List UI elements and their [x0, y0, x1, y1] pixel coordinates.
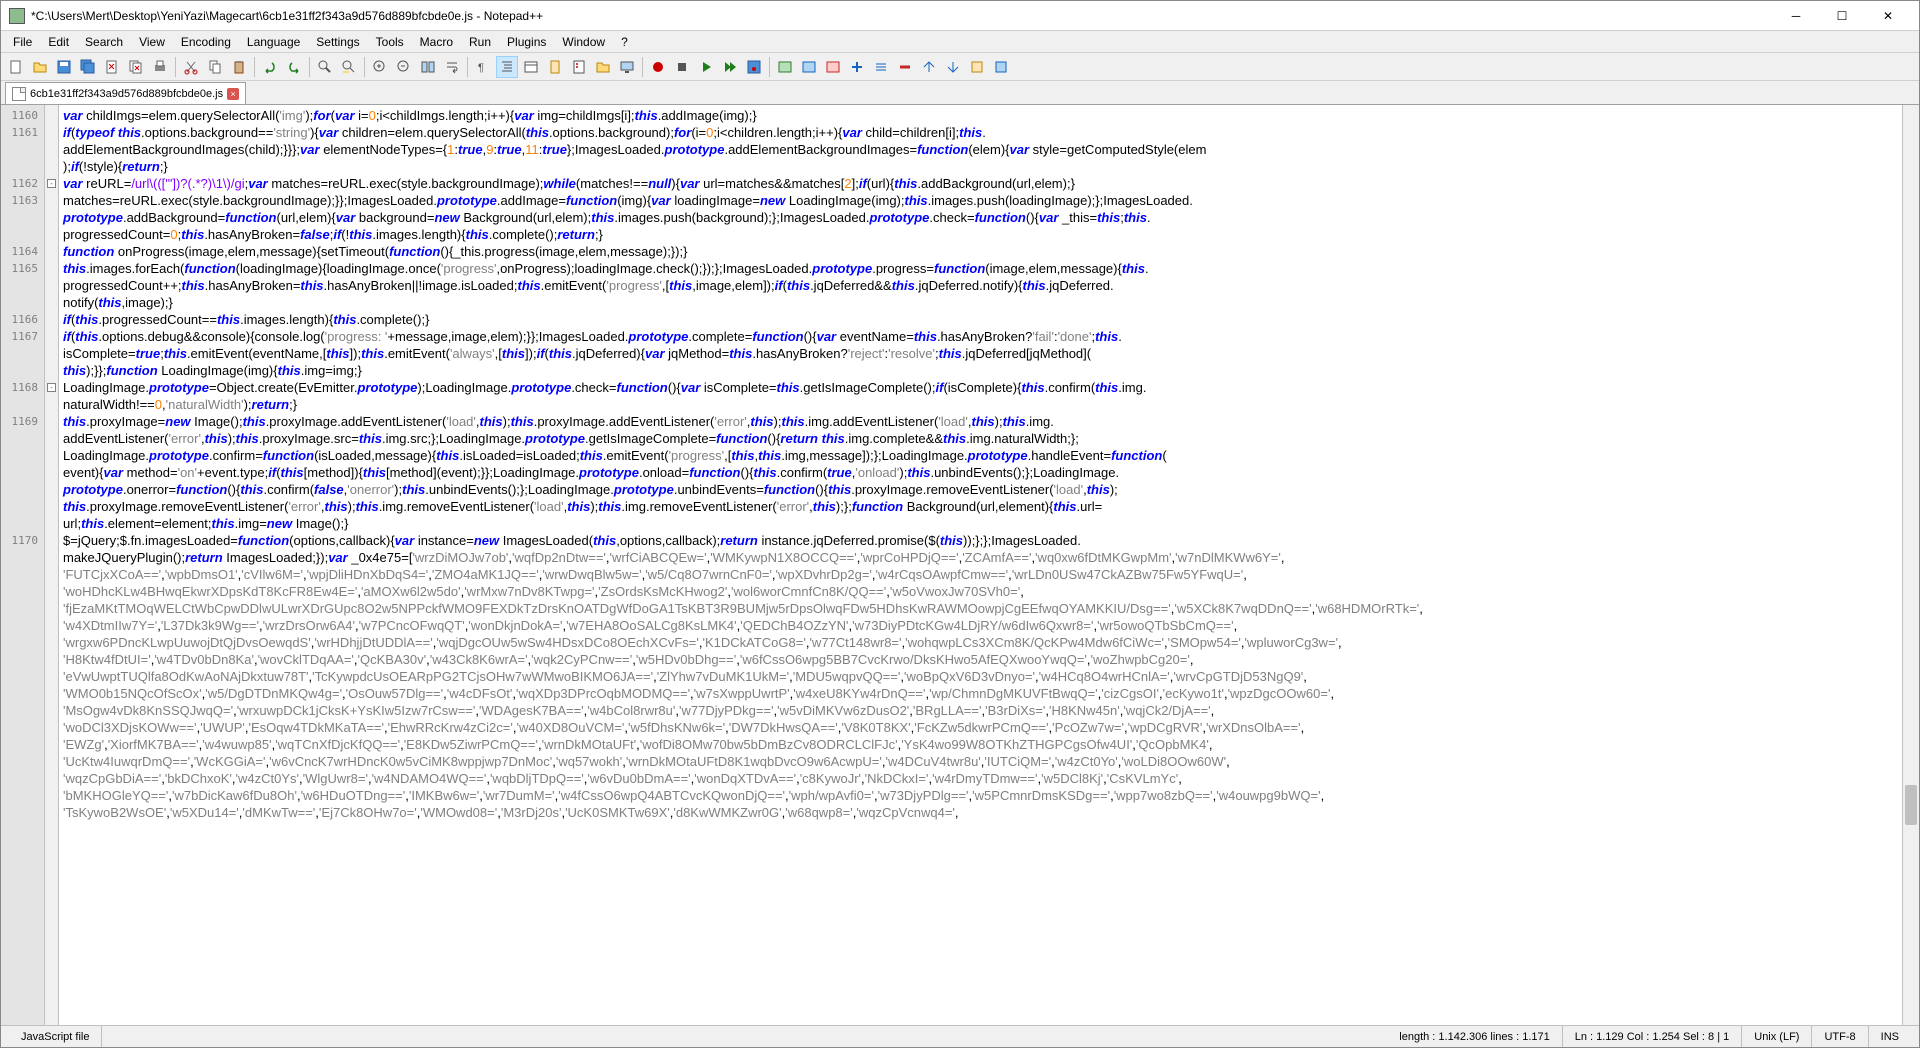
extra-tool-1-icon[interactable]	[774, 56, 796, 78]
func-list-icon[interactable]	[568, 56, 590, 78]
window-title: *C:\Users\Mert\Desktop\YeniYazi\Magecart…	[31, 9, 1773, 23]
svg-text:¶: ¶	[478, 62, 484, 74]
menubar: FileEditSearchViewEncodingLanguageSettin…	[1, 31, 1919, 53]
menu-run[interactable]: Run	[461, 33, 499, 51]
open-file-icon[interactable]	[29, 56, 51, 78]
zoom-in-icon[interactable]	[369, 56, 391, 78]
file-icon	[12, 87, 26, 101]
folder-workspace-icon[interactable]	[592, 56, 614, 78]
show-all-chars-icon[interactable]: ¶	[472, 56, 494, 78]
doc-map-icon[interactable]	[544, 56, 566, 78]
status-ins: INS	[1869, 1026, 1911, 1047]
new-file-icon[interactable]	[5, 56, 27, 78]
save-macro-icon[interactable]	[743, 56, 765, 78]
menu-plugins[interactable]: Plugins	[499, 33, 554, 51]
monitor-icon[interactable]	[616, 56, 638, 78]
close-button[interactable]: ✕	[1865, 1, 1911, 31]
indent-guide-icon[interactable]	[496, 56, 518, 78]
close-file-icon[interactable]	[101, 56, 123, 78]
line-gutter: 1160116111621163116411651166116711681169…	[1, 105, 45, 1025]
replace-icon[interactable]	[338, 56, 360, 78]
paste-icon[interactable]	[228, 56, 250, 78]
cut-icon[interactable]	[180, 56, 202, 78]
sync-scroll-icon[interactable]	[417, 56, 439, 78]
wordwrap-icon[interactable]	[441, 56, 463, 78]
menu-settings[interactable]: Settings	[308, 33, 367, 51]
zoom-out-icon[interactable]	[393, 56, 415, 78]
find-icon[interactable]	[314, 56, 336, 78]
menu-tools[interactable]: Tools	[368, 33, 412, 51]
status-eol: Unix (LF)	[1742, 1026, 1812, 1047]
status-lang: JavaScript file	[9, 1026, 102, 1047]
menu-view[interactable]: View	[131, 33, 173, 51]
save-all-icon[interactable]	[77, 56, 99, 78]
status-encoding: UTF-8	[1812, 1026, 1868, 1047]
extra-tool-4-icon[interactable]	[846, 56, 868, 78]
redo-icon[interactable]	[283, 56, 305, 78]
file-tab[interactable]: 6cb1e31ff2f343a9d576d889bfcbde0e.js ×	[5, 82, 246, 104]
tab-close-icon[interactable]: ×	[227, 88, 239, 100]
stop-macro-icon[interactable]	[671, 56, 693, 78]
extra-tool-7-icon[interactable]	[918, 56, 940, 78]
statusbar: JavaScript file length : 1.142.306 lines…	[1, 1025, 1919, 1047]
extra-tool-2-icon[interactable]	[798, 56, 820, 78]
menu-edit[interactable]: Edit	[40, 33, 77, 51]
print-icon[interactable]	[149, 56, 171, 78]
code-area[interactable]: var childImgs=elem.querySelectorAll('img…	[59, 105, 1919, 1025]
titlebar: *C:\Users\Mert\Desktop\YeniYazi\Magecart…	[1, 1, 1919, 31]
status-length: length : 1.142.306 lines : 1.171	[1387, 1026, 1562, 1047]
undo-icon[interactable]	[259, 56, 281, 78]
fold-gutter: --	[45, 105, 59, 1025]
extra-tool-9-icon[interactable]	[966, 56, 988, 78]
extra-tool-8-icon[interactable]	[942, 56, 964, 78]
extra-tool-3-icon[interactable]	[822, 56, 844, 78]
editor[interactable]: 1160116111621163116411651166116711681169…	[1, 105, 1919, 1025]
menu-macro[interactable]: Macro	[412, 33, 461, 51]
menu-language[interactable]: Language	[239, 33, 308, 51]
play-multi-icon[interactable]	[719, 56, 741, 78]
app-icon	[9, 8, 25, 24]
scrollbar-thumb[interactable]	[1905, 785, 1917, 825]
extra-tool-5-icon[interactable]	[870, 56, 892, 78]
udl-icon[interactable]	[520, 56, 542, 78]
extra-tool-10-icon[interactable]	[990, 56, 1012, 78]
status-position: Ln : 1.129 Col : 1.254 Sel : 8 | 1	[1563, 1026, 1743, 1047]
save-icon[interactable]	[53, 56, 75, 78]
record-macro-icon[interactable]	[647, 56, 669, 78]
toolbar: ¶	[1, 53, 1919, 81]
extra-tool-6-icon[interactable]	[894, 56, 916, 78]
copy-icon[interactable]	[204, 56, 226, 78]
menu-search[interactable]: Search	[77, 33, 131, 51]
minimize-button[interactable]: ─	[1773, 1, 1819, 31]
play-macro-icon[interactable]	[695, 56, 717, 78]
maximize-button[interactable]: ☐	[1819, 1, 1865, 31]
vertical-scrollbar[interactable]	[1902, 105, 1919, 1025]
menu-?[interactable]: ?	[613, 33, 636, 51]
menu-file[interactable]: File	[5, 33, 40, 51]
tab-filename: 6cb1e31ff2f343a9d576d889bfcbde0e.js	[30, 88, 223, 100]
menu-window[interactable]: Window	[554, 33, 613, 51]
tabbar: 6cb1e31ff2f343a9d576d889bfcbde0e.js ×	[1, 81, 1919, 105]
menu-encoding[interactable]: Encoding	[173, 33, 239, 51]
close-all-icon[interactable]	[125, 56, 147, 78]
